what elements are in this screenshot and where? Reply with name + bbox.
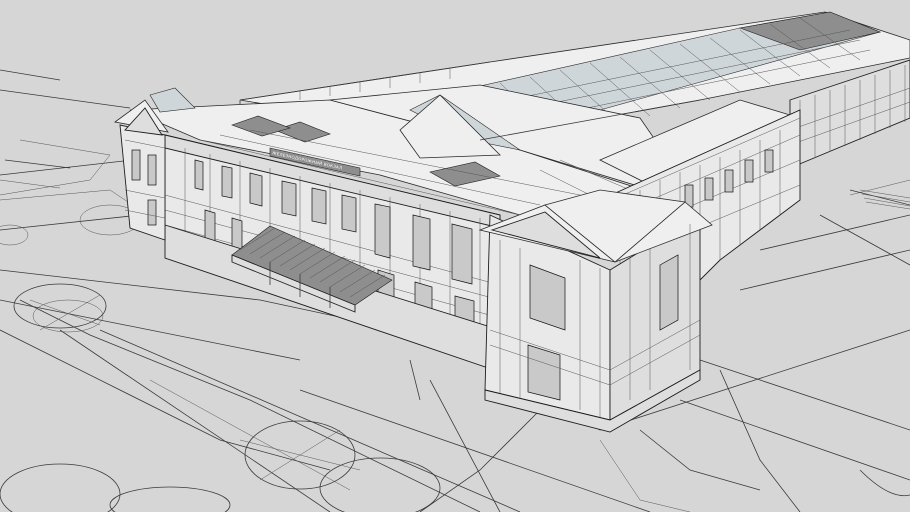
west-pavilion	[114, 99, 169, 241]
3d-model-viewport[interactable]: ЖЕЛЕЗНОДОРОЖНЫЙ ВОКЗАЛ	[0, 0, 910, 512]
east-pavilion	[478, 189, 713, 433]
model-canvas: ЖЕЛЕЗНОДОРОЖНЫЙ ВОКЗАЛ	[0, 11, 910, 512]
